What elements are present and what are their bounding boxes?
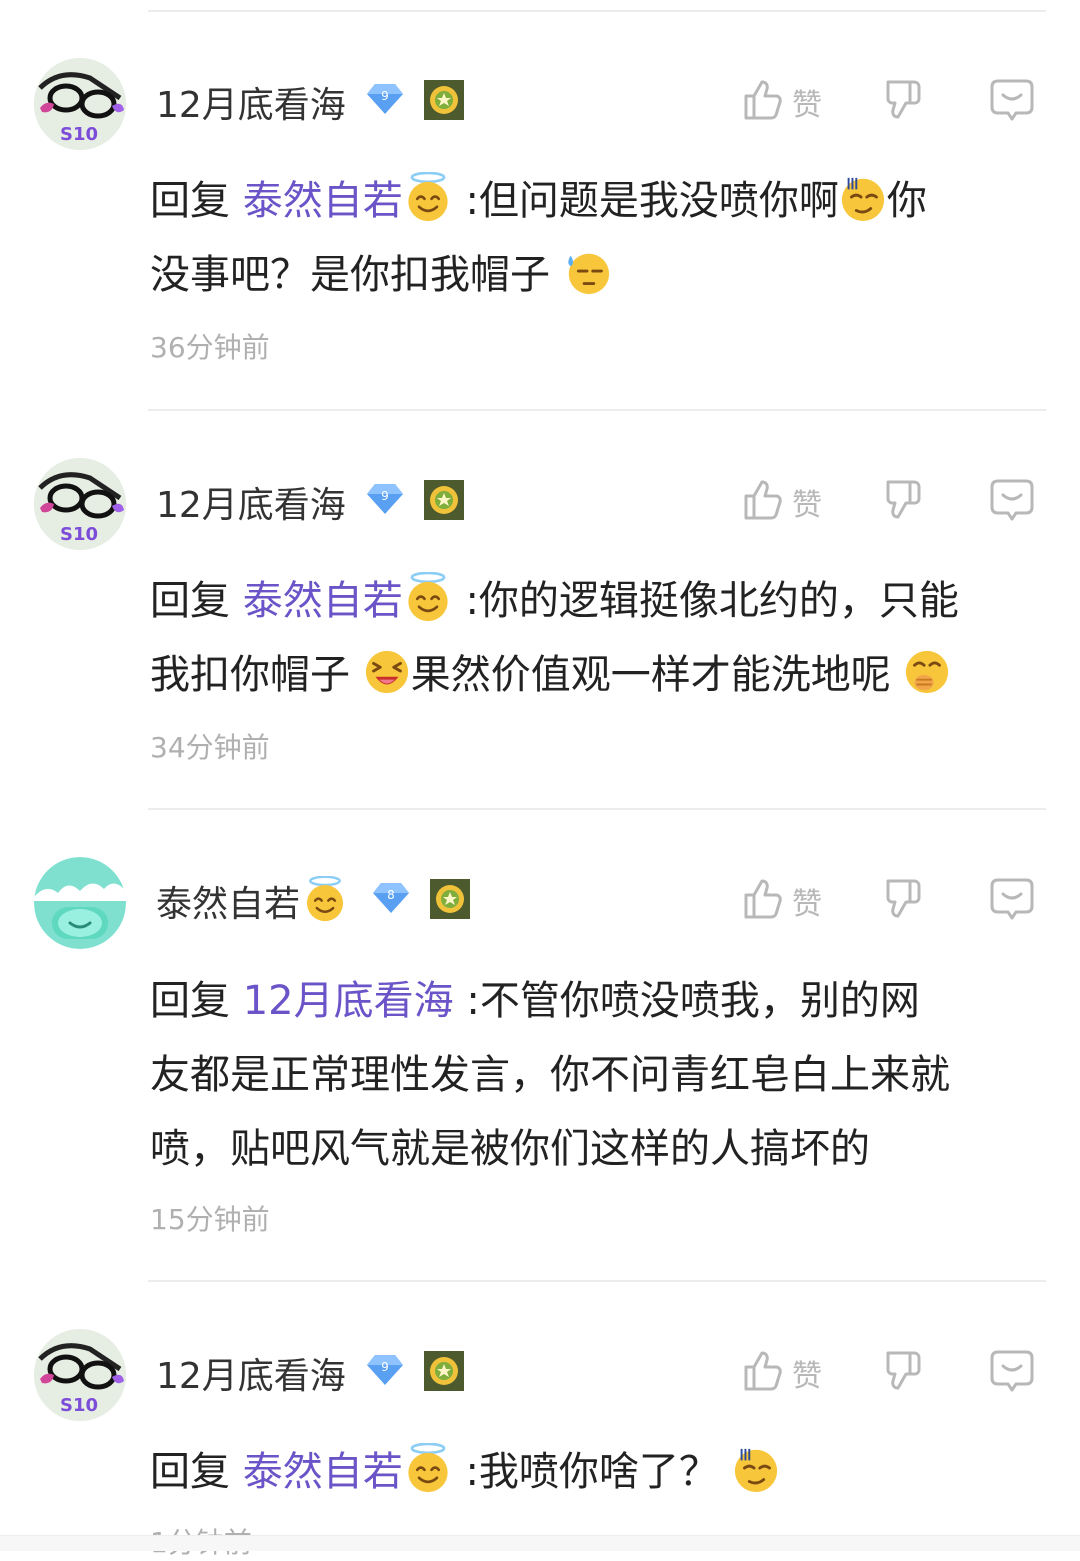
halo-smile-emoji — [403, 572, 453, 622]
comment-text: 我扣你帽子 — [150, 652, 350, 698]
divider — [148, 1280, 1046, 1282]
reply-icon — [988, 76, 1036, 124]
thumb-up-icon — [738, 1347, 786, 1395]
comment-text: 没事吧？是你扣我帽子 — [150, 252, 550, 298]
thumb-up-icon — [738, 76, 786, 124]
level-badge: 9 — [366, 82, 404, 116]
giggle-emoji — [903, 648, 951, 696]
timestamp: 36分钟前 — [150, 331, 270, 364]
comment-body: 回复 泰然自若 :你的逻辑挺像北约的，只能 我扣你帽子 果然价值观一样才能洗地呢 — [150, 564, 1045, 712]
username[interactable]: 12月底看海 — [156, 476, 346, 528]
reply-button[interactable] — [988, 76, 1036, 124]
comment-body: 回复 泰然自若 :我喷你啥了？ — [150, 1435, 1045, 1509]
comment-text: 友都是正常理性发言，你不问青红皂白上来就 — [150, 1052, 950, 1098]
dislike-button[interactable] — [880, 76, 928, 124]
reply-prefix: 回复 — [150, 1449, 230, 1495]
username-text: 泰然自若 — [156, 884, 301, 925]
comment-text: :不管你喷没喷我，别的网 — [466, 978, 920, 1024]
reply-prefix: 回复 — [150, 978, 230, 1024]
divider — [148, 10, 1046, 12]
level-number: 9 — [381, 89, 389, 103]
like-button[interactable]: 赞 — [738, 476, 828, 524]
dislike-button[interactable] — [880, 476, 928, 524]
mention-link[interactable]: 泰然自若 — [243, 178, 403, 224]
reply-icon — [988, 476, 1036, 524]
mention-link[interactable]: 12月底看海 — [243, 978, 454, 1024]
halo-smile-emoji — [302, 876, 348, 922]
comment-body: 回复 泰然自若 :但问题是我没喷你啊 你 没事吧？是你扣我帽子 — [150, 164, 1045, 312]
medal-icon — [424, 80, 464, 120]
halo-smile-emoji — [403, 1443, 453, 1493]
level-badge: 9 — [366, 1353, 404, 1387]
level-number: 9 — [381, 489, 389, 503]
comment-text: 果然价值观一样才能洗地呢 — [410, 652, 891, 698]
comment-body: 回复 12月底看海 :不管你喷没喷我，别的网 友都是正常理性发言，你不问青红皂白… — [150, 964, 1045, 1186]
divider — [148, 409, 1046, 411]
username[interactable]: 12月底看海 — [156, 76, 346, 128]
timestamp: 34分钟前 — [150, 731, 270, 764]
mention-link[interactable]: 泰然自若 — [243, 1449, 403, 1495]
dislike-button[interactable] — [880, 875, 928, 923]
reply-prefix: 回复 — [150, 178, 230, 224]
reply-prefix: 回复 — [150, 578, 230, 624]
avatar-badge: S10 — [60, 124, 99, 145]
laughing-emoji — [363, 648, 411, 696]
reply-button[interactable] — [988, 1347, 1036, 1395]
thumb-down-icon — [880, 875, 928, 923]
timestamp: 15分钟前 — [150, 1203, 270, 1236]
sweat-emoji — [563, 248, 611, 296]
reply-button[interactable] — [988, 875, 1036, 923]
comment-text: 喷，贴吧风气就是被你们这样的人搞坏的 — [150, 1126, 870, 1172]
avatar-badge: S10 — [60, 524, 99, 545]
like-label: 赞 — [792, 488, 822, 523]
like-button[interactable]: 赞 — [738, 1347, 828, 1395]
medal-icon — [424, 480, 464, 520]
comment-text: :你的逻辑挺像北约的，只能 — [465, 578, 959, 624]
thumb-down-icon — [880, 476, 928, 524]
reply-icon — [988, 1347, 1036, 1395]
divider — [148, 808, 1046, 810]
avatar-badge: S10 — [60, 1395, 99, 1416]
medal-icon — [430, 879, 470, 919]
level-badge: 8 — [372, 881, 410, 915]
comment-text: :我喷你啥了？ — [465, 1449, 719, 1495]
thumb-down-icon — [880, 1347, 928, 1395]
like-button[interactable]: 赞 — [738, 875, 828, 923]
like-label: 赞 — [792, 887, 822, 922]
reply-button[interactable] — [988, 476, 1036, 524]
avatar[interactable] — [34, 857, 126, 949]
like-label: 赞 — [792, 88, 822, 123]
level-badge: 9 — [366, 482, 404, 516]
username[interactable]: 泰然自若 — [156, 875, 348, 927]
dislike-button[interactable] — [880, 1347, 928, 1395]
level-number: 9 — [381, 1360, 389, 1374]
thumb-up-icon — [738, 476, 786, 524]
bottom-bar — [0, 1535, 1080, 1551]
smug-emoji — [839, 174, 887, 222]
thumb-up-icon — [738, 875, 786, 923]
comment-text: 你 — [886, 178, 927, 224]
like-label: 赞 — [792, 1359, 822, 1394]
halo-smile-emoji — [403, 172, 453, 222]
reply-icon — [988, 875, 1036, 923]
thumb-down-icon — [880, 76, 928, 124]
mention-link[interactable]: 泰然自若 — [243, 578, 403, 624]
level-number: 8 — [387, 888, 395, 902]
username[interactable]: 12月底看海 — [156, 1347, 346, 1399]
comment-text: :但问题是我没喷你啊 — [465, 178, 839, 224]
medal-icon — [424, 1351, 464, 1391]
smug-emoji — [732, 1445, 780, 1493]
like-button[interactable]: 赞 — [738, 76, 828, 124]
